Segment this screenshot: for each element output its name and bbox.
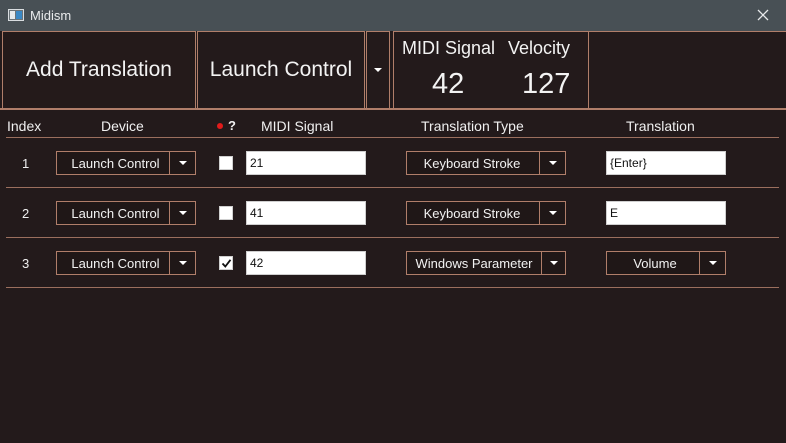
- midi-signal-value: 42: [432, 68, 465, 100]
- chevron-down-icon: [178, 211, 187, 215]
- row-index: 2: [22, 206, 30, 221]
- column-header-device: Device: [101, 118, 144, 134]
- chevron-down-icon: [548, 161, 557, 165]
- row-translation-input[interactable]: [606, 151, 726, 175]
- column-header-enabled: ?: [228, 118, 236, 133]
- row-translation-type-select[interactable]: Windows Parameter: [406, 251, 566, 275]
- row-divider: [6, 287, 779, 288]
- chevron-down-icon: [549, 261, 558, 265]
- row-index: 3: [22, 256, 30, 271]
- row-enabled-checkbox[interactable]: [219, 206, 233, 220]
- row-midi-signal-input[interactable]: [246, 151, 366, 175]
- row-divider: [6, 237, 779, 238]
- row-device-select[interactable]: Launch Control: [56, 251, 196, 275]
- title-bar: Midism: [0, 0, 786, 31]
- row-device-select[interactable]: Launch Control: [56, 201, 196, 225]
- row-midi-signal-input[interactable]: [246, 201, 366, 225]
- header-empty-panel: [588, 31, 786, 109]
- chevron-down-icon: [374, 68, 382, 72]
- column-header-midi-signal: MIDI Signal: [261, 118, 334, 134]
- header-row-divider: [6, 137, 779, 138]
- row-device-select[interactable]: Launch Control: [56, 151, 196, 175]
- device-select[interactable]: Launch Control: [197, 31, 365, 109]
- row-translation-input[interactable]: [606, 201, 726, 225]
- header-divider: [0, 108, 786, 110]
- device-dropdown-button[interactable]: [366, 31, 390, 109]
- chevron-down-icon: [708, 261, 717, 265]
- row-translation-type-value: Windows Parameter: [415, 255, 533, 271]
- window-title: Midism: [30, 8, 72, 23]
- row-translation-type-select[interactable]: Keyboard Stroke: [406, 151, 566, 175]
- row-device-value: Launch Control: [71, 255, 160, 271]
- column-header-translation-type: Translation Type: [421, 118, 524, 134]
- chevron-down-icon: [548, 211, 557, 215]
- row-translation-value: Volume: [633, 255, 677, 271]
- row-device-value: Launch Control: [71, 155, 160, 171]
- row-translation-type-select[interactable]: Keyboard Stroke: [406, 201, 566, 225]
- row-translation-type-value: Keyboard Stroke: [423, 155, 521, 171]
- chevron-down-icon: [178, 261, 187, 265]
- checkmark-icon: [221, 259, 232, 268]
- row-divider: [6, 187, 779, 188]
- chevron-down-icon: [178, 161, 187, 165]
- row-enabled-checkbox[interactable]: [219, 156, 233, 170]
- velocity-label: Velocity: [508, 38, 571, 58]
- midi-monitor-panel: MIDI Signal Velocity 42 127: [393, 31, 588, 109]
- close-icon: [757, 9, 769, 21]
- close-button[interactable]: [740, 0, 786, 31]
- row-device-value: Launch Control: [71, 205, 160, 221]
- app-icon: [8, 9, 24, 21]
- header: Add Translation Launch Control MIDI Sign…: [0, 31, 786, 110]
- column-header-translation: Translation: [626, 118, 695, 134]
- row-translation-type-value: Keyboard Stroke: [423, 205, 521, 221]
- midi-signal-label: MIDI Signal: [402, 38, 496, 58]
- row-index: 1: [22, 156, 30, 171]
- row-translation-select[interactable]: Volume: [606, 251, 726, 275]
- velocity-value: 127: [522, 68, 571, 100]
- row-enabled-checkbox[interactable]: [219, 256, 233, 270]
- record-dot-icon: [217, 123, 223, 129]
- row-midi-signal-input[interactable]: [246, 251, 366, 275]
- column-header-index: Index: [7, 118, 42, 134]
- add-translation-button[interactable]: Add Translation: [2, 31, 196, 109]
